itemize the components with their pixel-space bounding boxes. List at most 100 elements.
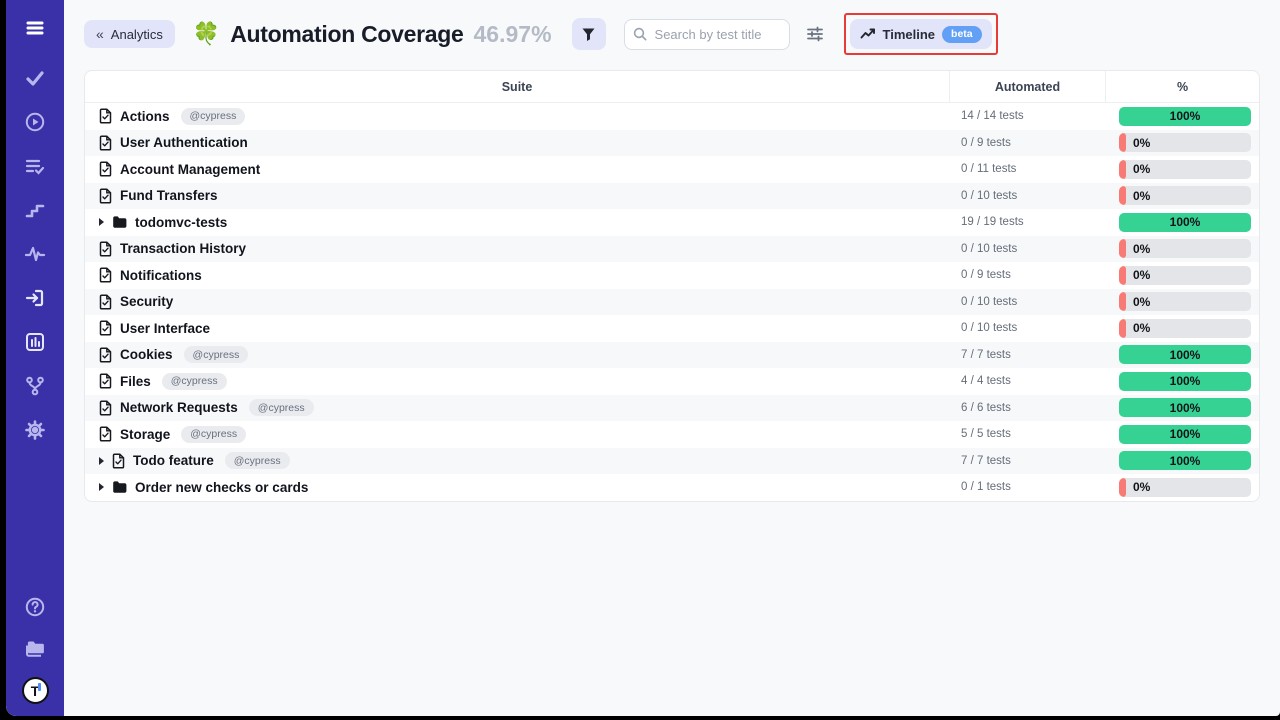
automated-cell: 7 / 7 tests (949, 342, 1105, 369)
table-row[interactable]: Todo feature @cypress 7 / 7 tests 100% (85, 448, 1259, 475)
table-row[interactable]: Account Management 0 / 11 tests 0% (85, 156, 1259, 183)
percent-cell: 0% (1105, 289, 1259, 316)
analytics-back-button[interactable]: « Analytics (84, 20, 175, 48)
folder-icon (112, 215, 127, 229)
progress-red-segment (1119, 133, 1126, 152)
table-row[interactable]: Actions @cypress 14 / 14 tests 100% (85, 103, 1259, 130)
percent-cell: 0% (1105, 130, 1259, 157)
file-check-icon (99, 320, 112, 336)
runs-play-circle-icon[interactable] (23, 110, 47, 134)
suite-tag: @cypress (249, 399, 314, 416)
settings-gear-icon[interactable] (23, 418, 47, 442)
tests-check-icon[interactable] (23, 66, 47, 90)
suite-cell: Storage @cypress (85, 421, 949, 448)
back-button-label: Analytics (111, 27, 163, 42)
table-row[interactable]: Order new checks or cards 0 / 1 tests 0% (85, 474, 1259, 501)
page-header: « Analytics 🍀 Automation Coverage 46.97%… (64, 0, 1280, 68)
steps-icon[interactable] (23, 198, 47, 222)
table-row[interactable]: todomvc-tests 19 / 19 tests 100% (85, 209, 1259, 236)
suite-name: Todo feature (133, 453, 214, 468)
table-row[interactable]: Security 0 / 10 tests 0% (85, 289, 1259, 316)
automated-count: 6 / 6 tests (961, 402, 1011, 414)
caret-icon[interactable] (99, 483, 104, 491)
progress-label: 0% (1133, 162, 1150, 176)
test-plans-list-check-icon[interactable] (23, 154, 47, 178)
table-row[interactable]: Storage @cypress 5 / 5 tests 100% (85, 421, 1259, 448)
progress-label: 0% (1133, 242, 1150, 256)
file-check-icon (99, 294, 112, 310)
hamburger-menu-icon[interactable] (23, 16, 47, 40)
progress-bar: 100% (1119, 107, 1251, 126)
progress-red-segment (1119, 266, 1126, 285)
progress-bar: 100% (1119, 345, 1251, 364)
table-row[interactable]: Transaction History 0 / 10 tests 0% (85, 236, 1259, 263)
branch-icon[interactable] (23, 374, 47, 398)
app-logo[interactable]: T (22, 677, 49, 704)
caret-icon[interactable] (99, 218, 104, 226)
double-chevron-left-icon: « (96, 26, 104, 42)
table-row[interactable]: Cookies @cypress 7 / 7 tests 100% (85, 342, 1259, 369)
suite-name: Files (120, 374, 151, 389)
automated-cell: 0 / 11 tests (949, 156, 1105, 183)
pulse-icon[interactable] (23, 242, 47, 266)
table-row[interactable]: User Interface 0 / 10 tests 0% (85, 315, 1259, 342)
percent-cell: 0% (1105, 262, 1259, 289)
search-box (624, 19, 790, 50)
file-check-icon (99, 267, 112, 283)
logo-blue-accent (38, 683, 41, 691)
table-row[interactable]: Notifications 0 / 9 tests 0% (85, 262, 1259, 289)
progress-red-segment (1119, 239, 1126, 258)
automated-count: 0 / 9 tests (961, 269, 1011, 281)
table-row[interactable]: Files @cypress 4 / 4 tests 100% (85, 368, 1259, 395)
progress-red-segment (1119, 292, 1126, 311)
table-body: Actions @cypress 14 / 14 tests 100% User… (85, 103, 1259, 501)
automated-cell: 0 / 9 tests (949, 130, 1105, 157)
table-row[interactable]: Fund Transfers 0 / 10 tests 0% (85, 183, 1259, 210)
caret-icon[interactable] (99, 457, 104, 465)
reports-bar-chart-icon[interactable] (23, 330, 47, 354)
sidebar-bottom-group: T (22, 595, 49, 704)
suite-cell: User Authentication (85, 130, 949, 157)
filter-button[interactable] (572, 18, 606, 50)
suite-cell: Cookies @cypress (85, 342, 949, 369)
percent-cell: 100% (1105, 342, 1259, 369)
suite-name: Fund Transfers (120, 188, 218, 203)
suite-name: Security (120, 294, 173, 309)
timeline-label: Timeline (883, 27, 936, 42)
column-settings-button[interactable] (804, 23, 826, 45)
help-icon[interactable] (23, 595, 47, 619)
progress-bar: 0% (1119, 239, 1251, 258)
suite-cell: User Interface (85, 315, 949, 342)
progress-bar: 0% (1119, 186, 1251, 205)
file-check-icon (99, 135, 112, 151)
timeline-button[interactable]: Timeline beta (850, 19, 992, 49)
table-row[interactable]: Network Requests @cypress 6 / 6 tests 10… (85, 395, 1259, 422)
table-row[interactable]: User Authentication 0 / 9 tests 0% (85, 130, 1259, 157)
suite-cell: Account Management (85, 156, 949, 183)
automated-count: 0 / 11 tests (961, 163, 1016, 175)
sliders-icon (806, 25, 824, 43)
import-icon[interactable] (23, 286, 47, 310)
progress-label: 100% (1170, 427, 1201, 441)
progress-bar: 0% (1119, 266, 1251, 285)
progress-label: 0% (1133, 321, 1150, 335)
automated-cell: 5 / 5 tests (949, 421, 1105, 448)
automated-count: 0 / 10 tests (961, 322, 1017, 334)
automated-cell: 0 / 9 tests (949, 262, 1105, 289)
projects-folder-icon[interactable] (23, 636, 47, 660)
table-header-row: Suite Automated % (85, 71, 1259, 103)
suite-name: Network Requests (120, 400, 238, 415)
search-input[interactable] (624, 19, 790, 50)
percent-cell: 0% (1105, 315, 1259, 342)
automated-count: 4 / 4 tests (961, 375, 1011, 387)
progress-red-segment (1119, 478, 1126, 497)
suite-name: Storage (120, 427, 170, 442)
progress-red-segment (1119, 160, 1126, 179)
suite-tag: @cypress (181, 426, 246, 443)
automated-cell: 4 / 4 tests (949, 368, 1105, 395)
percent-cell: 0% (1105, 156, 1259, 183)
suite-tag: @cypress (181, 108, 246, 125)
file-check-icon (112, 453, 125, 469)
suite-cell: Notifications (85, 262, 949, 289)
file-check-icon (99, 188, 112, 204)
